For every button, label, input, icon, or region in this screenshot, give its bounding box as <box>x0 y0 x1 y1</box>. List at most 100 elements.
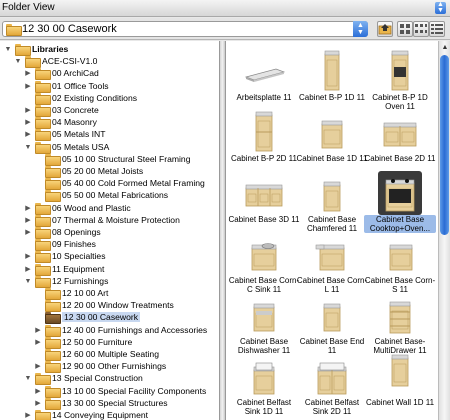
tree-item[interactable]: ▶ 04 Masonry <box>0 116 219 130</box>
library-object-item[interactable]: Cabinet Base Dishwasher 11 <box>232 291 296 359</box>
disclosure-closed-icon[interactable]: ▶ <box>24 116 32 129</box>
disclosure-closed-icon[interactable]: ▶ <box>24 263 32 276</box>
disclosure-closed-icon[interactable]: ▶ <box>24 409 32 420</box>
small-icons-view-button[interactable] <box>413 21 429 37</box>
tree-item[interactable]: ▼ 13 Special Construction <box>0 372 219 386</box>
tree-item[interactable]: ▶ 12 90 00 Other Furnishings <box>0 360 219 374</box>
library-object-item[interactable]: Cabinet B-P 2D 11 <box>231 108 297 176</box>
tree-item[interactable]: ▼ Libraries <box>0 43 219 56</box>
tree-item[interactable]: 12 20 00 Window Treatments <box>0 299 219 313</box>
tree-item[interactable]: 12 60 00 Multiple Seating <box>0 348 219 361</box>
tree-item[interactable]: 05 10 00 Structural Steel Framing <box>0 153 219 166</box>
disclosure-open-icon[interactable]: ▼ <box>24 275 32 288</box>
cabinet-thumbnail-icon <box>310 232 354 276</box>
disclosure-closed-icon[interactable]: ▶ <box>24 226 32 239</box>
tree-item[interactable]: ▶ 10 Specialties <box>0 250 219 264</box>
library-object-name: Cabinet Wall 1D 11 <box>365 398 435 407</box>
disclosure-open-icon[interactable]: ▼ <box>4 43 12 56</box>
tree-item[interactable]: 12 10 00 Art <box>0 287 219 300</box>
library-object-item[interactable]: Cabinet Base Corn-S 11 <box>365 230 435 298</box>
disclosure-open-icon[interactable]: ▼ <box>24 141 32 154</box>
object-grid[interactable]: Arbeitsplatte 11 Cabinet B-P 1D 11 Cabinet… <box>226 41 438 420</box>
tree-item[interactable]: ▶ 01 Office Tools <box>0 80 219 93</box>
library-object-item[interactable]: Cabinet Base Chamfered 11 <box>300 169 364 237</box>
grid-scrollbar[interactable]: ▲ <box>438 41 450 420</box>
library-object-item[interactable]: Cabinet Base End 11 <box>300 291 364 359</box>
tree-item[interactable]: ▶ 03 Concrete <box>0 104 219 117</box>
library-object-name: Arbeitsplatte 11 <box>236 93 292 102</box>
tree-item[interactable]: ▶ 13 10 00 Special Facility Components <box>0 385 219 398</box>
view-mode-stepper[interactable]: ▲ ▼ <box>435 1 446 14</box>
disclosure-closed-icon[interactable]: ▶ <box>34 360 42 373</box>
folder-icon <box>45 361 61 374</box>
tree-item[interactable]: ▼ ACE-CSI-V1.0 <box>0 55 219 69</box>
folder-icon <box>35 105 51 117</box>
disclosure-closed-icon[interactable]: ▶ <box>24 80 32 93</box>
tree-item[interactable]: ▼ 12 Furnishings <box>0 275 219 288</box>
tree-item[interactable]: ▶ 00 ArchiCad <box>0 67 219 81</box>
path-select-arrow[interactable]: ▲ ▼ <box>353 21 368 37</box>
tree-item[interactable]: 09 Finishes <box>0 238 219 252</box>
tree-item[interactable]: ▶ 13 30 00 Special Structures <box>0 397 219 410</box>
cabinet-thumbnail-icon <box>242 232 286 276</box>
tree-item[interactable]: 02 Existing Conditions <box>0 92 219 105</box>
disclosure-closed-icon[interactable]: ▶ <box>24 250 32 263</box>
path-select[interactable]: 12 30 00 Casework ▲ ▼ <box>2 21 368 37</box>
library-object-item[interactable]: Cabinet Base Cooktop+Oven... <box>364 169 436 237</box>
disclosure-closed-icon[interactable]: ▶ <box>24 67 32 80</box>
library-object-item[interactable]: Cabinet Base 2D 11 <box>364 108 436 176</box>
parent-folder-button[interactable] <box>377 21 393 37</box>
scroll-up-arrow-icon[interactable]: ▲ <box>441 44 449 51</box>
tree-item[interactable]: ▶ 05 Metals INT <box>0 128 219 142</box>
tree-item[interactable]: ▶ 12 40 00 Furnishings and Accessories <box>0 324 219 337</box>
disclosure-closed-icon[interactable]: ▶ <box>34 385 42 398</box>
disclosure-closed-icon[interactable]: ▶ <box>24 128 32 141</box>
folder-up-icon <box>378 24 392 35</box>
library-object-item[interactable]: Cabinet Base-MultiDrawer 11 <box>368 291 432 359</box>
tree-item[interactable]: ▶ 14 Conveying Equipment <box>0 409 219 420</box>
library-object-item[interactable]: Arbeitsplatte 11 <box>232 47 296 115</box>
folder-icon <box>35 263 51 276</box>
library-object-item[interactable]: Cabinet Belfast Sink 2D 11 <box>300 352 364 420</box>
cabinet-thumbnail-icon <box>378 293 422 337</box>
disclosure-open-icon[interactable]: ▼ <box>14 55 22 68</box>
disclosure-closed-icon[interactable]: ▶ <box>34 336 42 349</box>
tree-item[interactable]: ▼ 05 Metals USA <box>0 141 219 154</box>
folder-icon <box>45 190 61 203</box>
library-object-name: Cabinet B-P 2D 11 <box>231 154 297 163</box>
pane-splitter[interactable] <box>219 41 226 420</box>
tree-item[interactable]: ▶ 11 Equipment <box>0 263 219 276</box>
folder-icon <box>45 300 61 313</box>
tree-item[interactable]: ▶ 08 Openings <box>0 226 219 239</box>
folder-icon <box>45 178 61 191</box>
large-icons-view-button[interactable] <box>397 21 413 37</box>
tree-item[interactable]: ▶ 12 50 00 Furniture <box>0 336 219 349</box>
tree-item[interactable]: 05 20 00 Metal Joists <box>0 165 219 178</box>
scroll-thumb[interactable] <box>440 55 449 235</box>
disclosure-open-icon[interactable]: ▼ <box>24 372 32 385</box>
disclosure-closed-icon[interactable]: ▶ <box>24 214 32 227</box>
library-object-name: Cabinet B-P 1D 11 <box>299 93 365 102</box>
library-object-item[interactable]: Cabinet Base 1D 11 <box>296 108 368 176</box>
disclosure-closed-icon[interactable]: ▶ <box>24 104 32 117</box>
tree-item-label: 01 Office Tools <box>52 80 109 91</box>
tree-item[interactable]: 12 30 00 Casework <box>0 311 219 325</box>
tree-item[interactable]: 05 50 00 Metal Fabrications <box>0 189 219 203</box>
disclosure-closed-icon[interactable]: ▶ <box>24 202 32 215</box>
folder-tree[interactable]: ▼ Libraries ▼ ACE-CSI-V1.0 ▶ 00 ArchiCad ▶ 01 O… <box>0 41 219 420</box>
library-object-item[interactable]: Cabinet Belfast Sink 1D 11 <box>232 352 296 420</box>
library-object-item[interactable]: Cabinet B-P 1D 11 <box>299 47 365 115</box>
tree-item[interactable]: ▶ 06 Wood and Plastic <box>0 202 219 215</box>
list-view-button[interactable] <box>429 21 445 37</box>
tree-item[interactable]: 05 40 00 Cold Formed Metal Framing <box>0 177 219 191</box>
tree-item-label: 13 Special Construction <box>52 373 143 384</box>
library-object-item[interactable]: Cabinet B-P 1D Oven 11 <box>368 47 432 115</box>
disclosure-closed-icon[interactable]: ▶ <box>34 324 42 337</box>
library-object-item[interactable]: Cabinet Base Corn-C Sink 11 <box>229 230 299 298</box>
library-object-item[interactable]: Cabinet Base Corn-L 11 <box>297 230 367 298</box>
disclosure-closed-icon[interactable]: ▶ <box>34 397 42 410</box>
library-object-item[interactable]: Cabinet Base 3D 11 <box>228 169 300 237</box>
library-object-item[interactable]: Cabinet Wall 1D 11 <box>366 352 434 420</box>
folder-icon <box>25 56 41 69</box>
tree-item[interactable]: ▶ 07 Thermal & Moisture Protection <box>0 214 219 227</box>
